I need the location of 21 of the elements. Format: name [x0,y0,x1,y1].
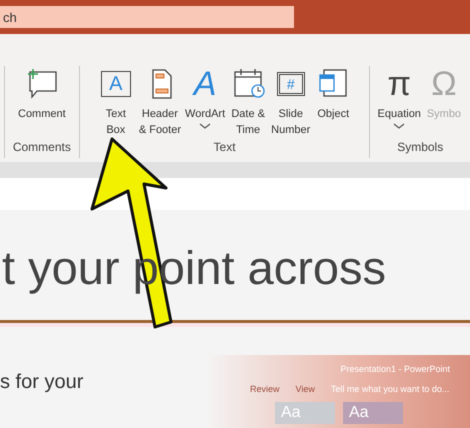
slide-body-text: s for your [0,371,84,393]
ribbon-tab[interactable]: View [296,382,315,396]
slide-number-button[interactable]: # Slide Number [270,66,312,138]
search-field[interactable]: ch [0,6,294,28]
header-footer-button[interactable]: Header & Footer [138,66,182,138]
date-time-button[interactable]: Date & Time [228,66,268,138]
group-label: Comments [12,139,71,156]
equation-button[interactable]: π Equation [376,66,422,138]
wordart-icon: A [194,66,216,102]
pi-icon: π [387,66,411,102]
wordart-button[interactable]: A WordArt [184,66,226,138]
slide-number-icon: # [276,72,305,96]
group-label: Symbols [397,139,444,156]
omega-icon: Ω [431,66,457,102]
comment-button[interactable]: Comment [17,66,67,138]
window-title: Presentation1 - PowerPoint [340,363,450,376]
ribbon-tab[interactable]: Review [250,382,280,396]
text-box-button[interactable]: A Text Box [96,66,136,138]
object-button[interactable]: Object [313,66,354,138]
group-label: Text [214,139,236,156]
text-box-icon: A [100,71,131,97]
